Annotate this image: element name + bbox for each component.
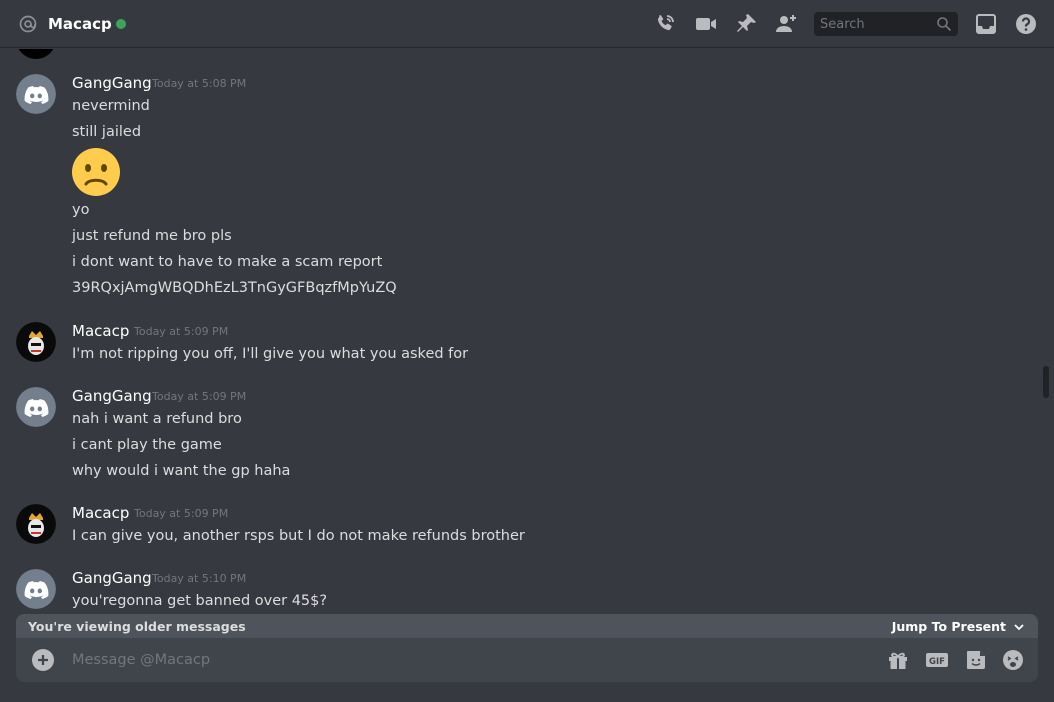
timestamp: Today at 5:08 PM: [152, 77, 247, 90]
search-input[interactable]: [820, 15, 932, 33]
channel-header: Macacp: [0, 0, 1054, 48]
frowning-face-emoji[interactable]: [72, 148, 120, 196]
scrollbar-thumb[interactable]: [1043, 366, 1049, 398]
avatar[interactable]: [16, 322, 56, 362]
username[interactable]: GangGang: [72, 74, 152, 92]
message-text: I'm not ripping you off, I'll give you w…: [72, 346, 469, 362]
message-text: nah i want a refund bro: [72, 411, 242, 427]
jump-to-present-button[interactable]: Jump To Present: [892, 619, 1026, 635]
message-text: why would i want the gp haha: [72, 463, 291, 479]
message-list: GangGang Today at 5:08 PM nevermind stil…: [0, 49, 1040, 614]
message-text: still jailed: [72, 124, 142, 140]
channel-title: Macacp: [48, 15, 112, 33]
emoji-icon[interactable]: [1001, 648, 1025, 672]
avatar[interactable]: [16, 569, 56, 609]
pin-icon[interactable]: [734, 12, 758, 36]
crowned-monkey-icon: [16, 322, 56, 362]
message-text: you'regonna get banned over 45$?: [72, 593, 328, 609]
search-box[interactable]: [814, 12, 958, 36]
username[interactable]: GangGang: [72, 569, 152, 587]
username[interactable]: GangGang: [72, 387, 152, 405]
message-text: nevermind: [72, 98, 150, 114]
discord-logo-icon: [16, 387, 56, 427]
scrollbar-track[interactable]: [1042, 50, 1052, 610]
username[interactable]: Macacp: [72, 504, 129, 522]
avatar: [16, 49, 56, 59]
older-messages-banner: You're viewing older messages Jump To Pr…: [16, 614, 1038, 640]
add-friend-icon[interactable]: [774, 12, 798, 36]
older-messages-text: You're viewing older messages: [28, 619, 246, 634]
message-input[interactable]: [72, 650, 852, 670]
username[interactable]: Macacp: [72, 322, 129, 340]
gif-icon[interactable]: GIF: [925, 648, 949, 672]
timestamp: Today at 5:09 PM: [134, 325, 229, 338]
svg-text:GIF: GIF: [929, 657, 945, 667]
avatar[interactable]: [16, 504, 56, 544]
message-text: i cant play the game: [72, 437, 222, 453]
at-icon: [18, 14, 38, 34]
gift-icon[interactable]: [886, 648, 910, 672]
message-text: just refund me bro pls: [72, 228, 232, 244]
discord-logo-icon: [16, 74, 56, 114]
chevron-down-icon: [1014, 624, 1024, 631]
message-composer: GIF: [16, 638, 1038, 682]
avatar[interactable]: [16, 387, 56, 427]
crowned-monkey-icon: [16, 504, 56, 544]
help-icon[interactable]: [1014, 12, 1038, 36]
message-text: I can give you, another rsps but I do no…: [72, 528, 525, 544]
inbox-icon[interactable]: [974, 12, 998, 36]
search-icon: [936, 16, 952, 32]
message-text: yo: [72, 202, 90, 218]
timestamp: Today at 5:09 PM: [152, 390, 247, 403]
call-icon[interactable]: [653, 12, 677, 36]
avatar[interactable]: [16, 74, 56, 114]
video-icon[interactable]: [694, 12, 718, 36]
timestamp: Today at 5:10 PM: [152, 572, 247, 585]
jump-to-present-label: Jump To Present: [891, 619, 1006, 634]
add-attachment-icon[interactable]: [32, 649, 54, 671]
discord-logo-icon: [16, 569, 56, 609]
online-status-dot: [116, 19, 126, 29]
message-text: i dont want to have to make a scam repor…: [72, 254, 383, 270]
timestamp: Today at 5:09 PM: [134, 507, 229, 520]
message-text: 39RQxjAmgWBQDhEzL3TnGyGFBqzfMpYuZQ: [72, 280, 397, 296]
sticker-icon[interactable]: [964, 648, 988, 672]
